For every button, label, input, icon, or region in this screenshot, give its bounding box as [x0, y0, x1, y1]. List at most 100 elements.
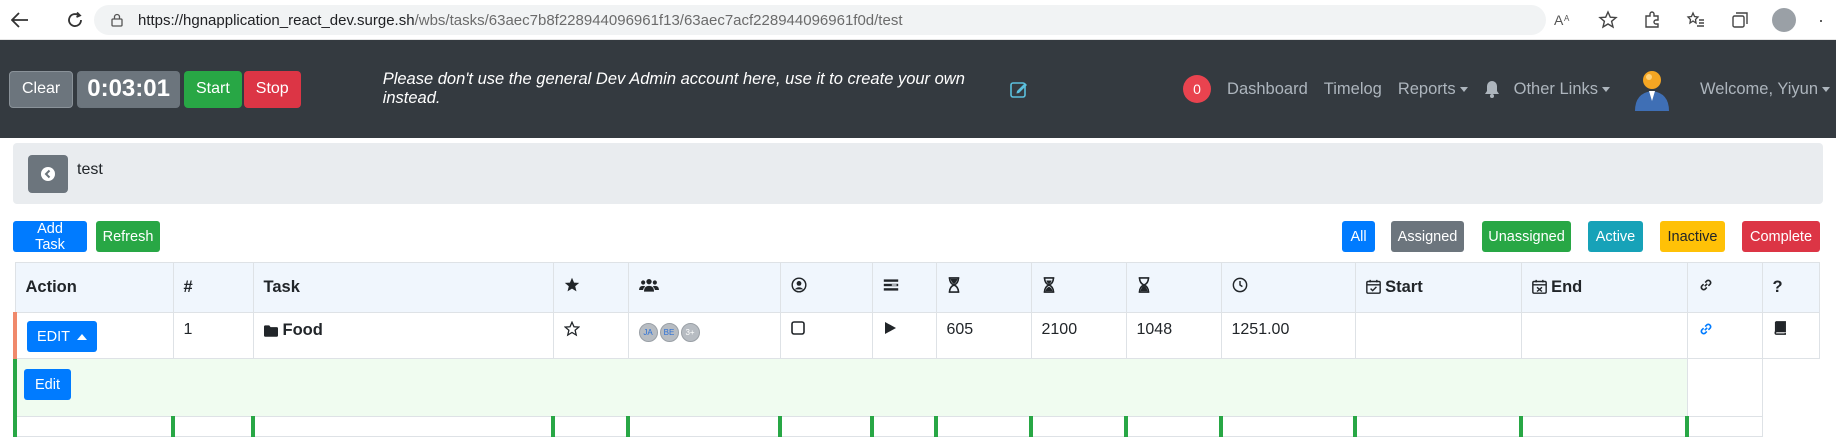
hourglass-half-icon: [1043, 277, 1054, 293]
hourglass-start-icon: [948, 277, 959, 293]
reload-icon[interactable]: [55, 0, 95, 40]
edit-dropdown-button[interactable]: EDIT: [27, 321, 98, 352]
filter-all-button[interactable]: All: [1342, 221, 1375, 252]
cell-links: [1686, 312, 1763, 359]
cell-priority: [552, 312, 629, 359]
cell-assigned: [779, 312, 873, 359]
timer-display: 0:03:01: [77, 70, 180, 108]
hourglass-end-icon: [1138, 277, 1149, 293]
cell-number: 1: [172, 312, 254, 359]
more-menu-icon[interactable]: ·: [1806, 0, 1836, 40]
nav-reports[interactable]: Reports: [1398, 80, 1468, 99]
star-outline-icon[interactable]: [563, 320, 580, 337]
app-header: Clear 0:03:01 Start Stop Please don't us…: [0, 40, 1836, 138]
link-icon[interactable]: [1698, 321, 1714, 337]
filter-unassigned-button[interactable]: Unassigned: [1482, 221, 1571, 252]
edit-message-icon[interactable]: [1009, 79, 1029, 99]
col-task: Task: [252, 262, 554, 313]
filter-active-button[interactable]: Active: [1588, 221, 1643, 252]
header-nav: 0 Dashboard Timelog Reports Other Links …: [1183, 40, 1836, 138]
task-name-label: Food: [282, 321, 323, 339]
user-avatar-icon[interactable]: [1632, 67, 1672, 111]
edit-task-button[interactable]: Edit: [24, 369, 71, 400]
table-header-row: Action # Task Start End ?: [14, 262, 1820, 313]
table-row: EDIT 1 Food JA BE 3+ 605 2100 1048 1251.…: [13, 312, 1820, 359]
chevron-down-icon: [1602, 86, 1610, 92]
col-end-date: End: [1520, 262, 1688, 313]
col-resources: [627, 262, 781, 313]
task-name[interactable]: Food: [263, 321, 323, 340]
url-host: https://hgnapplication_react_dev.surge.s…: [138, 11, 415, 29]
col-start-label: Start: [1385, 278, 1423, 296]
book-icon[interactable]: [1773, 321, 1787, 335]
link-icon: [1700, 279, 1711, 291]
filter-complete-button[interactable]: Complete: [1742, 221, 1820, 252]
col-priority: [552, 262, 629, 313]
task-table: Action # Task Start End ? EDIT 1 Food JA…: [13, 262, 1820, 437]
col-estimated-hours: [1220, 262, 1356, 313]
detail-empty-cell: [1686, 358, 1763, 417]
header-message: Please don't use the general Dev Admin a…: [382, 70, 965, 107]
cell-start-date: [1354, 312, 1522, 359]
browser-toolbar: https://hgnapplication_react_dev.surge.s…: [0, 0, 1836, 40]
breadcrumb: test: [13, 143, 1823, 204]
profile-icon[interactable]: [1762, 0, 1806, 40]
url-path: /wbs/tasks/63aec7b8f228944096961f13/63ae…: [414, 11, 903, 29]
col-end-label: End: [1551, 278, 1583, 296]
col-action: Action: [14, 262, 174, 313]
cell-status: [871, 312, 937, 359]
filter-inactive-button[interactable]: Inactive: [1660, 221, 1725, 252]
refresh-button[interactable]: Refresh: [96, 221, 160, 252]
col-hours-most: [1125, 262, 1222, 313]
col-hours-best: [935, 262, 1032, 313]
table-row-detail: Edit: [13, 358, 1820, 417]
address-bar[interactable]: https://hgnapplication_react_dev.surge.s…: [94, 5, 1546, 35]
clear-button[interactable]: Clear: [9, 70, 74, 108]
favorite-star-icon[interactable]: [1586, 0, 1630, 40]
chevron-down-icon: [1822, 86, 1830, 92]
tasks-list-icon: [883, 279, 898, 291]
nav-other-links[interactable]: Other Links: [1514, 80, 1610, 99]
back-arrow-icon[interactable]: [0, 0, 40, 40]
checkbox-icon[interactable]: [790, 321, 805, 335]
users-icon: [638, 279, 659, 292]
col-number: #: [172, 262, 254, 313]
read-aloud-icon[interactable]: AA: [1542, 0, 1586, 40]
extensions-icon[interactable]: [1630, 0, 1674, 40]
chevron-up-icon: [77, 333, 88, 340]
add-task-button[interactable]: Add Task: [13, 221, 87, 253]
resource-avatar[interactable]: JA: [638, 323, 658, 342]
cell-hours-best: 605: [935, 312, 1032, 359]
play-icon[interactable]: [883, 321, 897, 335]
col-start-date: Start: [1354, 262, 1522, 313]
cell-hours-worst: 2100: [1030, 312, 1127, 359]
task-detail-cell: Edit: [13, 358, 1688, 417]
start-button[interactable]: Start: [183, 70, 242, 108]
notification-count-badge[interactable]: 0: [1183, 75, 1212, 103]
calendar-check-icon: [1365, 279, 1381, 294]
cell-task: Food: [252, 312, 554, 359]
stop-button[interactable]: Stop: [243, 70, 301, 108]
nav-dashboard[interactable]: Dashboard: [1227, 80, 1308, 99]
collections-icon[interactable]: [1718, 0, 1762, 40]
nav-reports-label: Reports: [1397, 79, 1456, 98]
svg-text:A: A: [1554, 12, 1564, 28]
svg-text:A: A: [1564, 14, 1570, 23]
resource-avatar[interactable]: BE: [659, 323, 679, 342]
nav-welcome-user[interactable]: Welcome, Yiyun: [1700, 80, 1830, 99]
bell-icon[interactable]: [1484, 80, 1500, 98]
favorites-list-icon[interactable]: [1674, 0, 1718, 40]
chevron-down-icon: [1459, 86, 1468, 92]
nav-timelog[interactable]: Timelog: [1324, 80, 1382, 99]
resource-avatar-more[interactable]: 3+: [680, 323, 700, 342]
chevron-left-circle-icon: [41, 166, 55, 181]
breadcrumb-title: test: [77, 160, 103, 178]
col-links: [1686, 262, 1763, 313]
cell-resources: JA BE 3+: [627, 312, 781, 359]
lock-icon: [111, 13, 123, 27]
filter-assigned-button[interactable]: Assigned: [1391, 221, 1464, 252]
back-button[interactable]: [28, 154, 68, 193]
clock-icon: [1232, 277, 1247, 293]
nav-other-links-label: Other Links: [1513, 79, 1598, 98]
cell-hours-most: 1048: [1125, 312, 1222, 359]
